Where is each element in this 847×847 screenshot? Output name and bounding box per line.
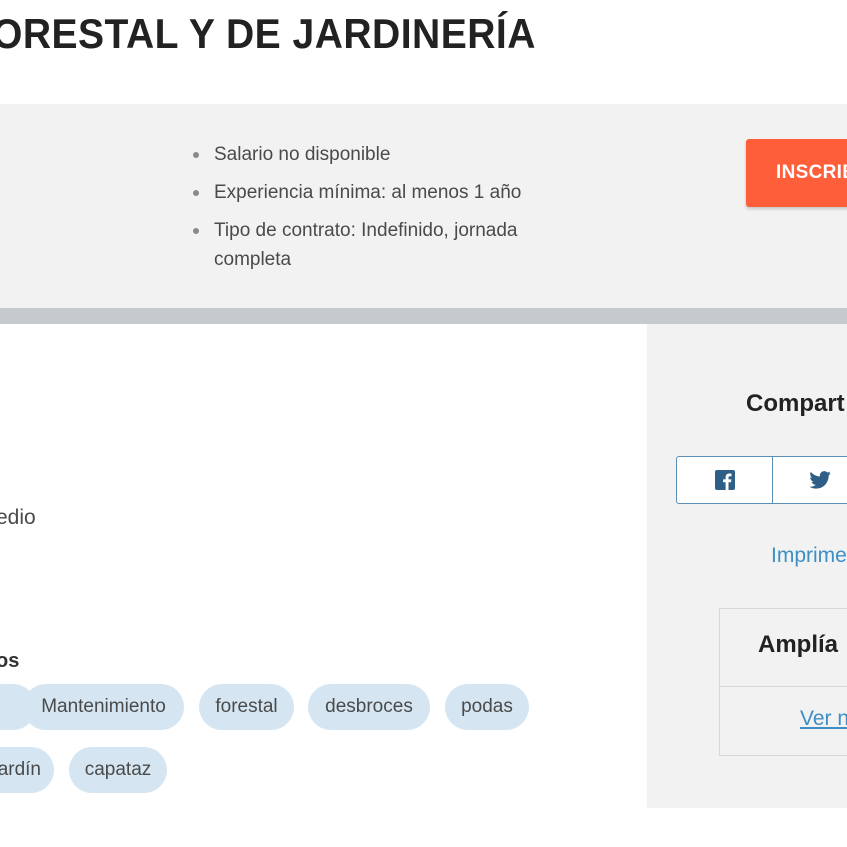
job-summary-list: Salario no disponible Experiencia mínima…: [190, 140, 550, 283]
expand-divider: [720, 686, 847, 687]
job-detail-text: edio: [0, 506, 36, 529]
twitter-icon: [809, 471, 831, 489]
skill-tag[interactable]: ardín: [0, 747, 54, 793]
print-link[interactable]: Imprime: [771, 544, 847, 568]
section-divider: [0, 308, 847, 324]
job-offer-page: ORESTAL Y DE JARDINERÍA Salario no dispo…: [0, 0, 847, 847]
skill-tag[interactable]: podas: [445, 684, 529, 730]
share-buttons: [676, 456, 847, 504]
expand-heading: Amplía: [758, 631, 839, 658]
job-title: ORESTAL Y DE JARDINERÍA: [0, 10, 536, 57]
share-twitter-button[interactable]: [772, 457, 847, 503]
skill-tag[interactable]: desbroces: [308, 684, 430, 730]
share-heading: Compart: [746, 390, 845, 417]
apply-button[interactable]: INSCRIB: [746, 139, 847, 207]
skill-tag[interactable]: Mantenimiento: [23, 684, 184, 730]
skills-heading: os: [0, 650, 20, 672]
skill-tag[interactable]: forestal: [199, 684, 294, 730]
summary-salary: Salario no disponible: [190, 140, 550, 169]
share-facebook-button[interactable]: [677, 457, 772, 503]
skill-tag[interactable]: capataz: [69, 747, 167, 793]
expand-more-link[interactable]: Ver n: [800, 707, 847, 731]
summary-contract: Tipo de contrato: Indefinido, jornada co…: [190, 216, 550, 274]
summary-experience: Experiencia mínima: al menos 1 año: [190, 178, 550, 207]
facebook-icon: [714, 470, 735, 490]
expand-info-card: Amplía Ver n: [719, 608, 847, 756]
